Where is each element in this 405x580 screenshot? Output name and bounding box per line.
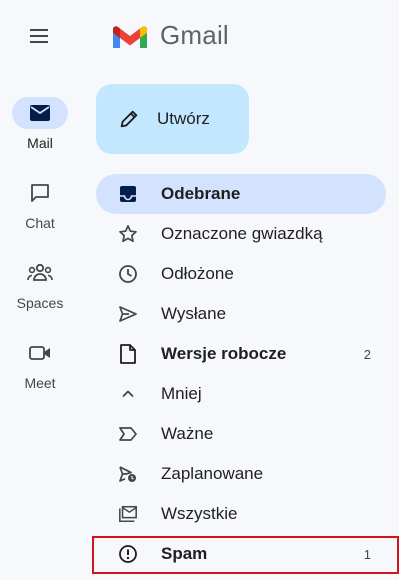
send-icon (118, 304, 138, 324)
spam-icon (118, 544, 138, 564)
message-list-edge (399, 0, 405, 580)
clock-icon (118, 264, 138, 284)
all-mail-icon (118, 504, 138, 524)
compose-label: Utwórz (157, 109, 210, 128)
nav-label-snoozed: Odłożone (161, 264, 234, 283)
nav-label-starred: Oznaczone gwiazdką (161, 224, 323, 243)
nav-label-all-mail: Wszystkie (161, 504, 238, 523)
left-rail: Mail Chat Spaces Meet (0, 0, 80, 580)
spam-count: 1 (363, 546, 371, 562)
rail-label-chat: Chat (25, 215, 55, 231)
spaces-icon (27, 263, 53, 281)
nav-item-important[interactable]: Ważne (96, 414, 386, 454)
nav-item-all-mail[interactable]: Wszystkie (96, 494, 386, 534)
rail-label-mail: Mail (27, 135, 53, 151)
nav-item-drafts[interactable]: Wersje robocze 2 (96, 334, 386, 374)
gmail-logo-text: Gmail (160, 19, 229, 50)
compose-button[interactable]: Utwórz (96, 84, 249, 154)
nav-item-scheduled[interactable]: Zaplanowane (96, 454, 386, 494)
draft-icon (118, 344, 138, 364)
nav-item-less[interactable]: Mniej (96, 374, 386, 414)
rail-label-meet: Meet (24, 375, 56, 391)
meet-icon (29, 346, 50, 360)
nav-label-drafts: Wersje robocze (161, 344, 287, 363)
inbox-icon (118, 184, 138, 204)
rail-item-spaces[interactable]: Spaces (0, 257, 80, 311)
nav-item-sent[interactable]: Wysłane (96, 294, 386, 334)
pencil-icon (120, 110, 138, 128)
gmail-m-icon (113, 26, 147, 48)
gmail-logo[interactable]: Gmail (110, 18, 229, 52)
rail-item-meet[interactable]: Meet (0, 337, 80, 391)
mail-icon (30, 105, 50, 121)
folder-list: Odebrane Oznaczone gwiazdką Odłożone Wys… (96, 174, 386, 574)
nav-label-spam: Spam (161, 544, 208, 563)
rail-label-spaces: Spaces (16, 295, 64, 311)
nav-item-starred[interactable]: Oznaczone gwiazdką (96, 214, 386, 254)
drafts-count: 2 (363, 346, 371, 362)
navigation-panel: Gmail Utwórz Odebrane Oznaczone gwiazdką… (80, 0, 405, 580)
nav-label-sent: Wysłane (161, 304, 227, 323)
main-menu-button[interactable] (19, 16, 59, 56)
nav-label-important: Ważne (161, 424, 214, 443)
rail-item-chat[interactable]: Chat (0, 177, 80, 231)
hamburger-menu-icon (30, 29, 48, 43)
chat-icon (31, 184, 49, 202)
star-icon (118, 224, 138, 244)
scheduled-send-icon (118, 464, 138, 484)
important-icon (118, 424, 138, 444)
rail-item-mail[interactable]: Mail (0, 97, 80, 151)
nav-label-inbox: Odebrane (161, 184, 241, 203)
nav-label-less: Mniej (161, 384, 202, 403)
nav-item-snoozed[interactable]: Odłożone (96, 254, 386, 294)
chevron-up-icon (118, 384, 138, 404)
nav-item-inbox[interactable]: Odebrane (96, 174, 386, 214)
nav-label-scheduled: Zaplanowane (161, 464, 264, 483)
nav-item-spam[interactable]: Spam 1 (96, 534, 386, 574)
